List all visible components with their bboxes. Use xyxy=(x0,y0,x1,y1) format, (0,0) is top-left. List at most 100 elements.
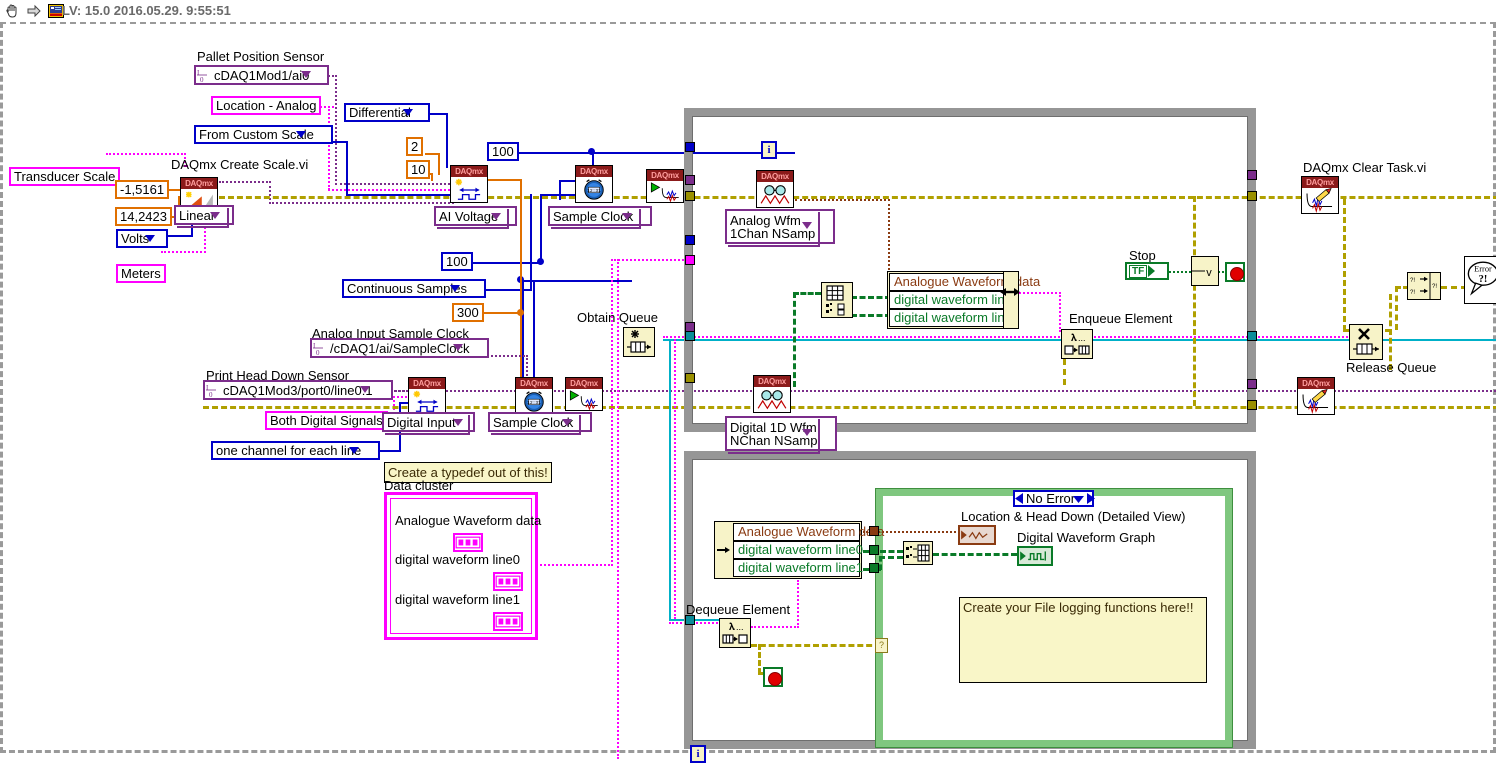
queue-size-value: 300 xyxy=(457,305,479,320)
analog-read-mode-chevron-down-icon[interactable] xyxy=(802,222,812,229)
merge-errors-node[interactable]: ?!?!?! xyxy=(1407,272,1441,300)
queue-size-constant[interactable]: 300 xyxy=(452,303,484,322)
min-value-constant[interactable]: 2 xyxy=(406,137,424,156)
read-goggles-icon xyxy=(757,182,793,207)
clock-icon: 12:31 xyxy=(576,177,612,202)
daqmx-timing-ai-vi[interactable]: DAQmx 12:31 xyxy=(575,165,613,203)
tunnel-queue-ref-left2[interactable] xyxy=(685,331,695,341)
tunnel-right-error-bottom[interactable] xyxy=(1247,400,1257,410)
build-array-node[interactable] xyxy=(903,541,933,565)
terminal-config-ring[interactable]: Differential xyxy=(344,103,430,122)
enqueue-element-node[interactable]: 𝛌 ... xyxy=(1061,329,1093,359)
scaled-units-constant[interactable]: Meters xyxy=(116,264,166,283)
sample-clock-ai-chevron-down-icon[interactable] xyxy=(622,213,632,220)
case-selector-chevron-down-icon[interactable] xyxy=(1073,496,1084,503)
pre-scaled-units-chevron-down-icon[interactable] xyxy=(145,235,155,242)
sample-mode-ring[interactable]: Continuous Samples xyxy=(342,279,486,298)
wire-cleartask-right xyxy=(1343,199,1346,331)
wire-max-value-down xyxy=(431,173,433,181)
tunnel-samples[interactable] xyxy=(685,235,695,245)
cluster-line0-waveform-icon xyxy=(493,572,523,591)
daqmx-start-task-ai-vi[interactable]: DAQmx xyxy=(646,169,684,203)
data-cluster-constant[interactable]: Analogue Waveform data digital waveform … xyxy=(384,492,541,640)
ai-voltage-chevron-down-icon[interactable] xyxy=(491,213,501,220)
samples-per-channel-value: 100 xyxy=(446,254,468,269)
daqmx-read-digital-vi[interactable]: DAQmx xyxy=(753,375,791,413)
case-selector-left-arrow-icon[interactable] xyxy=(1015,493,1024,504)
obtain-queue-node[interactable] xyxy=(623,327,655,357)
scale-slope-constant[interactable]: -1,5161 xyxy=(115,180,170,199)
rate-top-value: 100 xyxy=(492,144,514,159)
tunnel-task-purple-top[interactable] xyxy=(685,175,695,185)
scale-slope-value: -1,5161 xyxy=(120,182,165,197)
error-indicator[interactable]: Error ?! xyxy=(1464,256,1496,304)
unbundle-cluster-consumer[interactable]: Analogue Waveform data digital waveform … xyxy=(714,521,884,579)
samples-per-channel-constant[interactable]: 100 xyxy=(441,252,473,271)
max-value: 10 xyxy=(411,162,426,177)
scale-type-chevron-down-icon[interactable] xyxy=(210,212,220,219)
daqmx-timing-di-vi[interactable]: DAQmx 12:31 xyxy=(515,377,553,415)
scale-intercept-constant[interactable]: 14,2423 xyxy=(115,207,172,226)
bundle-cluster-producer[interactable]: Analogue Waveform data digital waveform … xyxy=(887,271,1040,329)
scale-type-ring-shadow xyxy=(177,208,229,228)
wire-data-cluster-out xyxy=(533,564,613,566)
print-head-channel-chevron-down-icon[interactable] xyxy=(360,386,370,393)
tunnel-right-error-top[interactable] xyxy=(1247,191,1257,201)
consumer-loop-stop-terminal[interactable] xyxy=(763,667,783,687)
daqmx-create-virtual-channel-di-vi[interactable]: DAQmx xyxy=(408,377,446,415)
daqmx-clear-task-analog-vi[interactable]: DAQmx xyxy=(1301,176,1339,214)
task-name-digital-constant[interactable]: Both Digital Signals xyxy=(265,411,388,430)
daqmx-read-analog-vi[interactable]: DAQmx xyxy=(756,170,794,208)
stop-sign-icon xyxy=(768,672,782,686)
digital-waveform-graph-indicator[interactable] xyxy=(1017,546,1053,566)
daqmx-clear-task-digital-vi[interactable]: DAQmx xyxy=(1297,377,1335,415)
run-arrow-icon[interactable] xyxy=(26,3,42,19)
stop-boolean-control[interactable]: TF xyxy=(1125,262,1169,280)
tunnel-right-purple-top[interactable] xyxy=(1247,170,1257,180)
line-grouping-chevron-down-icon[interactable] xyxy=(349,447,359,454)
task-name-analog-constant[interactable]: Location - Analog xyxy=(211,96,322,115)
cluster-analog-waveform-icon xyxy=(453,533,483,552)
dequeue-element-node[interactable]: 𝛌 ... xyxy=(719,618,751,648)
terminal-config-chevron-down-icon[interactable] xyxy=(403,109,413,116)
daqmx-start-task-di-vi[interactable]: DAQmx xyxy=(565,377,603,411)
rate-top-constant[interactable]: 100 xyxy=(487,142,519,161)
case-tunnel-line1[interactable] xyxy=(869,563,879,573)
index-array-node[interactable] xyxy=(821,282,853,318)
case-selector-terminal: ? xyxy=(875,638,888,653)
case-selector-right-arrow-icon[interactable] xyxy=(1087,493,1096,504)
tunnel-task-purple-bottom[interactable] xyxy=(685,322,695,332)
case-tunnel-analog[interactable] xyxy=(869,526,879,536)
tunnel-right-purple-bottom[interactable] xyxy=(1247,379,1257,389)
release-queue-node[interactable] xyxy=(1349,324,1383,360)
max-value-constant[interactable]: 10 xyxy=(406,160,431,179)
sample-clock-source-chevron-down-icon[interactable] xyxy=(453,344,463,351)
units-mode-ring[interactable]: From Custom Scale xyxy=(194,125,333,144)
tunnel-rate[interactable] xyxy=(685,142,695,152)
tunnel-right-queue[interactable] xyxy=(1247,331,1257,341)
bundle-by-name-node[interactable] xyxy=(1003,271,1019,329)
transducer-scale-constant[interactable]: Transducer Scale xyxy=(9,167,121,186)
bundle-arrow-icon xyxy=(1000,288,1020,296)
hand-tool-icon[interactable] xyxy=(4,3,20,19)
digital-input-chevron-down-icon[interactable] xyxy=(453,419,463,426)
pre-scaled-units-ring[interactable]: Volts xyxy=(116,229,169,248)
daqmx-vi-caption: DAQmx xyxy=(516,378,552,389)
block-diagram-canvas[interactable]: No Error i i Pallet Position Sensor cDAQ… xyxy=(0,22,1496,763)
daqmx-vi-caption: DAQmx xyxy=(647,170,683,181)
io-channel-icon-1: I 0 xyxy=(197,69,207,82)
loop-stop-terminal[interactable] xyxy=(1225,262,1245,282)
tunnel-error-bottom[interactable] xyxy=(685,373,695,383)
case-tunnel-line0[interactable] xyxy=(869,545,879,555)
units-mode-chevron-down-icon[interactable] xyxy=(296,131,306,138)
or-gate-node[interactable]: v xyxy=(1191,256,1219,286)
svg-text:?!: ?! xyxy=(1479,274,1488,285)
daqmx-create-virtual-channel-ai-vi[interactable]: DAQmx xyxy=(450,165,488,203)
pallet-channel-chevron-down-icon[interactable] xyxy=(301,71,311,78)
location-head-down-indicator[interactable] xyxy=(958,525,996,545)
sample-mode-chevron-down-icon[interactable] xyxy=(450,285,460,292)
tunnel-error-top[interactable] xyxy=(685,191,695,201)
digital-read-mode-chevron-down-icon[interactable] xyxy=(802,429,812,436)
tunnel-queue-ref-left[interactable] xyxy=(685,255,695,265)
sample-clock-di-chevron-down-icon[interactable] xyxy=(562,419,572,426)
